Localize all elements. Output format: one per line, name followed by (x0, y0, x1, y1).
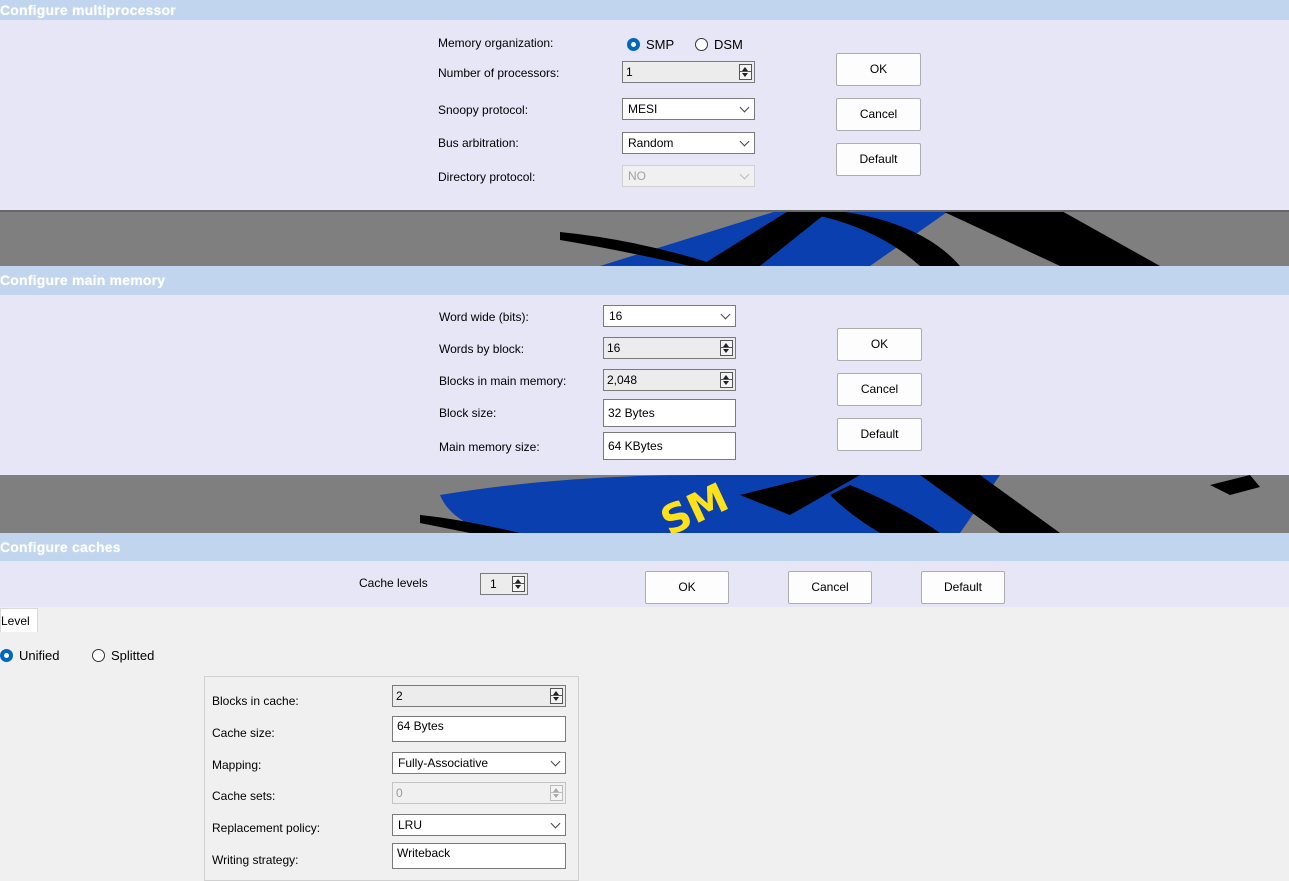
block-size-label: Block size: (439, 406, 497, 420)
snoopy-protocol-label: Snoopy protocol: (438, 103, 529, 117)
mapping-select[interactable]: Fully-Associative (392, 752, 566, 774)
blocks-in-cache-value: 2 (396, 689, 403, 703)
main-memory-ok-button[interactable]: OK (837, 328, 922, 361)
writing-strategy-label: Writing strategy: (212, 853, 299, 867)
replacement-policy-select[interactable]: LRU (392, 814, 566, 836)
main-memory-cancel-button[interactable]: Cancel (837, 373, 922, 406)
bus-arbitration-select[interactable]: Random (622, 132, 755, 154)
word-wide-label: Word wide (bits): (439, 310, 529, 324)
smp-radio[interactable]: SMP (627, 37, 674, 52)
main-memory-header: Configure main memory (0, 266, 1289, 295)
bus-arbitration-label: Bus arbitration: (438, 136, 519, 150)
dsm-radio[interactable]: DSM (695, 37, 743, 52)
caches-header: Configure caches (0, 533, 1289, 561)
unified-radio[interactable]: Unified (0, 648, 59, 663)
logo-banner-top (0, 210, 1289, 266)
logo-banner-middle: SM (0, 475, 1289, 533)
snoopy-protocol-value: MESI (628, 102, 658, 116)
multiprocessor-default-button[interactable]: Default (836, 143, 921, 176)
cache-levels-label: Cache levels (359, 576, 428, 590)
main-memory-size-field[interactable]: 64 KBytes (603, 432, 736, 460)
logo-graphic: SM (0, 475, 1289, 533)
cache-size-field[interactable]: 64 Bytes (392, 716, 566, 742)
tab-level-1[interactable]: Level 1 (0, 608, 38, 652)
splitted-radio[interactable]: Splitted (92, 648, 154, 663)
spin-buttons-icon[interactable] (739, 64, 752, 80)
cache-sets-stepper: 0 (392, 782, 566, 804)
num-processors-value: 1 (626, 65, 633, 79)
cache-sets-label: Cache sets: (212, 789, 276, 803)
spin-buttons-icon[interactable] (550, 688, 563, 704)
splitted-radio-label: Splitted (111, 648, 155, 663)
word-wide-value: 16 (609, 309, 623, 323)
chevron-down-icon (720, 309, 731, 320)
radio-selected-icon (0, 649, 13, 662)
multiprocessor-ok-button[interactable]: OK (836, 53, 921, 86)
cache-levels-stepper[interactable]: 1 (480, 573, 528, 595)
logo-graphic (0, 210, 1289, 266)
replacement-policy-value: LRU (398, 818, 423, 832)
blocks-in-cache-stepper[interactable]: 2 (392, 685, 566, 707)
level-1-tab-page (0, 632, 1289, 881)
directory-protocol-label: Directory protocol: (438, 170, 536, 184)
directory-protocol-value: NO (628, 169, 646, 183)
spin-buttons-icon[interactable] (720, 340, 733, 356)
memory-organization-label: Memory organization: (438, 36, 554, 50)
bus-arbitration-value: Random (628, 136, 674, 150)
writing-strategy-field[interactable]: Writeback (392, 843, 566, 869)
snoopy-protocol-select[interactable]: MESI (622, 98, 755, 120)
blocks-in-main-memory-label: Blocks in main memory: (439, 374, 567, 388)
caches-ok-button[interactable]: OK (645, 571, 729, 604)
main-memory-default-button[interactable]: Default (837, 418, 922, 451)
replacement-policy-label: Replacement policy: (212, 821, 321, 835)
unified-radio-label: Unified (19, 648, 60, 663)
caches-cancel-button[interactable]: Cancel (788, 571, 872, 604)
multiprocessor-header: Configure multiprocessor (0, 0, 1289, 20)
directory-protocol-select: NO (622, 165, 755, 187)
main-memory-size-label: Main memory size: (439, 440, 540, 454)
mapping-label: Mapping: (212, 758, 262, 772)
chevron-down-icon (550, 756, 561, 767)
num-processors-label: Number of processors: (438, 66, 560, 80)
spin-buttons-icon[interactable] (720, 372, 733, 388)
chevron-down-icon (739, 136, 750, 147)
blocks-in-cache-label: Blocks in cache: (212, 694, 299, 708)
spin-buttons-icon (550, 785, 563, 801)
spin-buttons-icon[interactable] (512, 576, 525, 592)
dsm-radio-label: DSM (714, 37, 743, 52)
num-processors-stepper[interactable]: 1 (622, 61, 755, 83)
cache-levels-value: 1 (490, 577, 497, 591)
radio-selected-icon (627, 38, 640, 51)
multiprocessor-cancel-button[interactable]: Cancel (836, 98, 921, 131)
cache-sets-value: 0 (396, 786, 403, 800)
chevron-down-icon (739, 169, 750, 180)
caches-default-button[interactable]: Default (921, 571, 1005, 604)
block-size-field[interactable]: 32 Bytes (603, 399, 736, 427)
radio-unselected-icon (92, 649, 105, 662)
cache-size-label: Cache size: (212, 726, 275, 740)
words-by-block-stepper[interactable]: 16 (603, 337, 736, 359)
word-wide-select[interactable]: 16 (603, 305, 736, 327)
mapping-value: Fully-Associative (398, 756, 489, 770)
words-by-block-value: 16 (607, 341, 621, 355)
blocks-in-main-memory-value: 2,048 (607, 373, 638, 387)
words-by-block-label: Words by block: (439, 342, 525, 356)
chevron-down-icon (550, 818, 561, 829)
radio-unselected-icon (695, 38, 708, 51)
chevron-down-icon (739, 102, 750, 113)
smp-radio-label: SMP (646, 37, 675, 52)
blocks-in-main-memory-stepper[interactable]: 2,048 (603, 369, 736, 391)
